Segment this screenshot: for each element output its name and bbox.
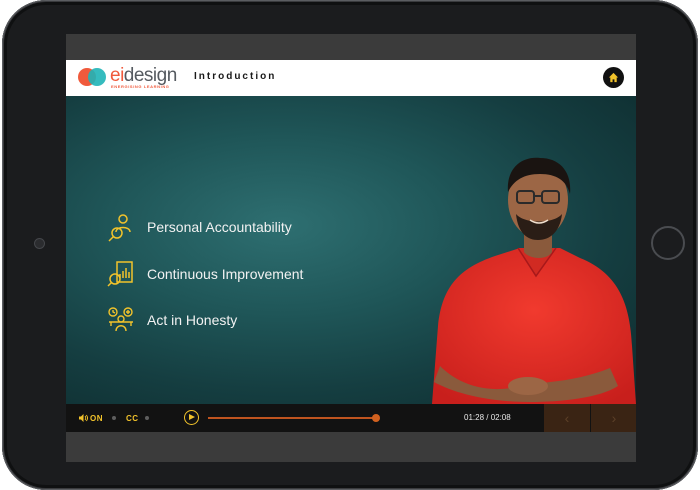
page-title: Introduction [194,71,277,82]
bullet-label: Personal Accountability [147,219,292,235]
chevron-right-icon: › [611,410,617,426]
bullet-item: Continuous Improvement [106,259,303,289]
progress-handle[interactable] [372,414,381,422]
logo: eidesign ENERGISING LEARNING [78,66,188,92]
person-search-icon [108,214,131,242]
bullet-item: Act in Honesty [106,305,237,335]
slide-content: Personal Accountability Continuous Impro… [66,96,636,404]
logo-wordmark: eidesign [110,65,177,86]
time-display: 01:28 / 02:08 [464,413,511,422]
play-button[interactable] [184,410,199,425]
audio-toggle[interactable]: ON [90,414,103,423]
next-button[interactable]: › [591,404,636,432]
course-player: eidesign ENERGISING LEARNING Introductio… [66,34,636,462]
previous-button[interactable]: ‹ [544,404,590,432]
separator-dot [112,416,116,420]
player-controls: ON CC 01:28 / 02:08 ‹ › [66,404,636,432]
cc-toggle[interactable]: CC [126,414,139,423]
progress-track[interactable] [208,414,381,422]
speaker-icon[interactable] [79,414,88,422]
separator-dot [145,416,149,420]
chevron-left-icon: ‹ [564,410,570,426]
camera-icon [34,238,45,249]
logo-circle-teal [88,68,106,86]
tablet-home-button[interactable] [651,226,685,260]
bullet-label: Continuous Improvement [147,266,304,282]
home-icon [608,72,619,83]
progress-fill [208,417,377,419]
bullet-label: Act in Honesty [147,312,238,328]
home-button[interactable] [603,67,624,88]
logo-tagline: ENERGISING LEARNING [111,84,170,89]
chart-search-icon [107,261,133,287]
bullet-item: Personal Accountability [106,212,292,242]
tablet-frame: eidesign ENERGISING LEARNING Introductio… [2,0,698,490]
header-bar: eidesign ENERGISING LEARNING Introductio… [66,60,636,96]
presenter-image [432,157,636,404]
honesty-scale-icon [108,307,133,332]
